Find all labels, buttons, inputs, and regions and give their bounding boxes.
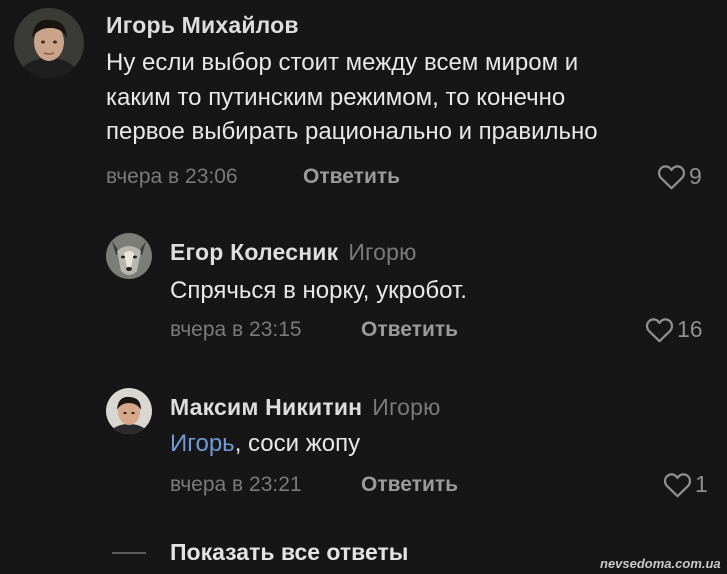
comment-time: вчера в 23:06 — [106, 165, 238, 188]
heart-outline-icon — [663, 472, 692, 497]
comment-line: каким то путинским режимом, то конечно — [106, 83, 566, 111]
avatar-igor-image — [14, 8, 84, 78]
comment-text: Ну если выбор стоит между всем миром и к… — [106, 46, 598, 150]
comment-line: , соси жопу — [234, 430, 361, 457]
heart-outline-icon — [645, 317, 674, 342]
avatar-maksim[interactable] — [106, 388, 152, 434]
like-count: 16 — [677, 316, 703, 342]
comment-text: Игорь, соси жопу — [170, 427, 360, 462]
comment-text: Спрячься в норку, укробот. — [170, 274, 467, 309]
avatar-igor[interactable] — [14, 8, 84, 78]
comment-author[interactable]: Игорь Михайлов — [106, 12, 299, 39]
author-name[interactable]: Игорь Михайлов — [106, 12, 299, 38]
author-name[interactable]: Максим Никитин — [170, 394, 362, 420]
heart-outline-icon — [657, 164, 686, 189]
reply-button[interactable]: Ответить — [361, 318, 458, 342]
author-name[interactable]: Егор Колесник — [170, 239, 338, 265]
comment-line: первое выбирать рационально и правильно — [106, 118, 598, 145]
show-all-replies-button[interactable]: Показать все ответы — [170, 539, 408, 566]
comment-time: вчера в 23:15 — [170, 318, 302, 341]
comment-author[interactable]: Егор Колесник Игорю — [170, 239, 417, 266]
mention-link[interactable]: Игорь — [170, 430, 235, 457]
reply-button[interactable]: Ответить — [303, 165, 400, 189]
show-all-divider — [112, 552, 146, 554]
reply-to-label[interactable]: Игорю — [372, 394, 440, 420]
watermark: nevsedoma.com.ua — [600, 556, 721, 571]
reply-button[interactable]: Ответить — [361, 473, 458, 497]
like-button[interactable]: 1 — [663, 471, 708, 498]
like-count: 1 — [695, 471, 708, 497]
reply-to-label[interactable]: Игорю — [348, 239, 416, 265]
comment-author[interactable]: Максим Никитин Игорю — [170, 394, 441, 421]
comment-line: Спрячься в норку, укробот. — [170, 277, 467, 304]
like-button[interactable]: 16 — [645, 316, 703, 343]
like-count: 9 — [689, 163, 702, 189]
avatar-egor-image — [106, 233, 152, 279]
comment-line: Ну если выбор стоит между всем миром и — [106, 49, 579, 76]
comment-time: вчера в 23:21 — [170, 473, 302, 496]
like-button[interactable]: 9 — [657, 163, 702, 190]
avatar-egor[interactable] — [106, 233, 152, 279]
avatar-maksim-image — [106, 388, 152, 434]
